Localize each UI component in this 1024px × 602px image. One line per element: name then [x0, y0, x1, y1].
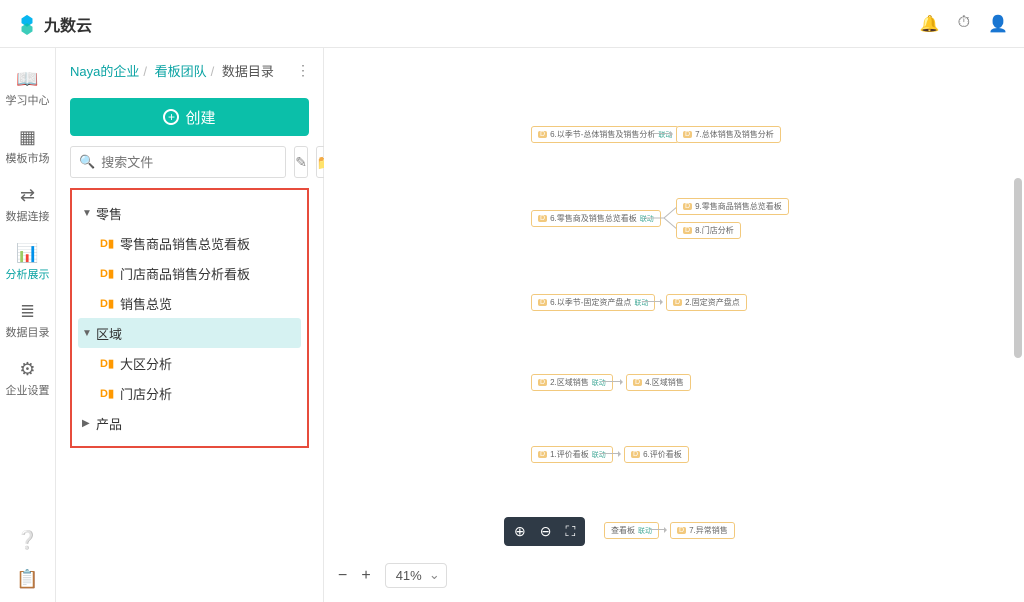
- flow-node[interactable]: D7.总体销售及销售分析: [676, 126, 781, 143]
- flow-edge: [650, 529, 666, 530]
- rail-catalog[interactable]: ≣数据目录: [0, 292, 56, 350]
- logo[interactable]: 九数云: [16, 12, 92, 36]
- scrollbar-track[interactable]: [1012, 48, 1022, 602]
- book-icon: 📖: [18, 70, 38, 88]
- nav-rail: 📖学习中心 ▦模板市场 ⇄数据连接 📊分析展示 ≣数据目录 ⚙企业设置 ❔ 📋: [0, 48, 56, 602]
- rail-data-connect[interactable]: ⇄数据连接: [0, 176, 56, 234]
- search-input[interactable]: [101, 155, 277, 170]
- flow-edge: [600, 453, 620, 454]
- link-icon: ⇄: [18, 186, 38, 204]
- rail-templates[interactable]: ▦模板市场: [0, 118, 56, 176]
- zoom-select[interactable]: 41%: [385, 563, 447, 588]
- search-input-wrap[interactable]: 🔍: [70, 146, 286, 178]
- flow-edge: [602, 381, 622, 382]
- flow-node[interactable]: D7.异常销售: [670, 522, 735, 539]
- tree-item-retail-overview[interactable]: D▮零售商品销售总览看板: [78, 228, 301, 258]
- logo-text: 九数云: [44, 12, 92, 36]
- flow-edge: [644, 200, 680, 236]
- scrollbar-thumb[interactable]: [1014, 178, 1022, 358]
- rail-learn[interactable]: 📖学习中心: [0, 60, 56, 118]
- tree-group-region[interactable]: ▼区域: [78, 318, 301, 348]
- fullscreen-icon[interactable]: ⛶: [565, 523, 575, 540]
- tree-item-region-analysis[interactable]: D▮大区分析: [78, 348, 301, 378]
- flow-node[interactable]: D9.零售商品销售总览看板: [676, 198, 789, 215]
- user-icon[interactable]: 👤: [988, 14, 1008, 34]
- breadcrumb: Naya的企业/ 看板团队/ 数据目录 ⋮: [56, 48, 323, 92]
- timer-icon[interactable]: ⏱: [958, 14, 970, 34]
- flow-edge: [642, 301, 662, 302]
- flow-edge: [652, 133, 672, 134]
- file-panel: Naya的企业/ 看板团队/ 数据目录 ⋮ +创建 🔍 ✎ 📁 ▼零售 D▮零售…: [56, 48, 324, 602]
- crumb-org[interactable]: Naya的企业: [70, 64, 139, 79]
- tree-item-store-analysis-2[interactable]: D▮门店分析: [78, 378, 301, 408]
- rail-settings[interactable]: ⚙企业设置: [0, 350, 56, 408]
- gear-icon: ⚙: [18, 360, 38, 378]
- flow-node[interactable]: D8.门店分析: [676, 222, 741, 239]
- tree-group-product[interactable]: ▶产品: [78, 408, 301, 438]
- zoom-out-icon[interactable]: ⊖: [540, 523, 552, 540]
- bell-icon[interactable]: 🔔: [920, 14, 940, 34]
- flow-node[interactable]: 查看板联动: [604, 522, 659, 539]
- file-tree: ▼零售 D▮零售商品销售总览看板 D▮门店商品销售分析看板 D▮销售总览 ▼区域…: [70, 188, 309, 448]
- edit-button[interactable]: ✎: [294, 146, 308, 178]
- chart-icon: 📊: [18, 244, 38, 262]
- flow-node[interactable]: D6.评价看板: [624, 446, 689, 463]
- list-icon: ≣: [18, 302, 38, 320]
- zoom-minus-button[interactable]: −: [338, 567, 347, 585]
- flow-node[interactable]: D6.以季节-总体销售及销售分析联动: [531, 126, 679, 143]
- flow-node[interactable]: D4.区域销售: [626, 374, 691, 391]
- create-button[interactable]: +创建: [70, 98, 309, 136]
- clipboard-icon[interactable]: 📋: [16, 569, 38, 590]
- tree-item-sales-overview[interactable]: D▮销售总览: [78, 288, 301, 318]
- tree-group-retail[interactable]: ▼零售: [78, 198, 301, 228]
- crumb-team[interactable]: 看板团队: [155, 64, 207, 79]
- plus-icon: +: [163, 109, 179, 125]
- zoom-bar: − + 41%: [338, 563, 447, 588]
- flow-node[interactable]: D2.固定资产盘点: [666, 294, 747, 311]
- search-icon: 🔍: [79, 154, 95, 170]
- flow-node[interactable]: D2.区域销售联动: [531, 374, 613, 391]
- help-icon[interactable]: ❔: [16, 530, 38, 551]
- flow-node[interactable]: D6.零售商及销售总览看板联动: [531, 210, 661, 227]
- view-controls: ⊕ ⊖ ⛶: [504, 517, 585, 546]
- rail-analysis[interactable]: 📊分析展示: [0, 234, 56, 292]
- tree-item-store-analysis[interactable]: D▮门店商品销售分析看板: [78, 258, 301, 288]
- grid-icon: ▦: [18, 128, 38, 146]
- flow-node[interactable]: D1.评价看板联动: [531, 446, 613, 463]
- zoom-plus-button[interactable]: +: [361, 567, 370, 585]
- flow-node[interactable]: D6.以季节-固定资产盘点联动: [531, 294, 655, 311]
- flow-canvas[interactable]: D6.以季节-总体销售及销售分析联动 D7.总体销售及销售分析 D6.零售商及销…: [324, 48, 1024, 602]
- crumb-current: 数据目录: [222, 64, 274, 79]
- zoom-in-icon[interactable]: ⊕: [514, 523, 526, 540]
- more-icon[interactable]: ⋮: [296, 62, 309, 79]
